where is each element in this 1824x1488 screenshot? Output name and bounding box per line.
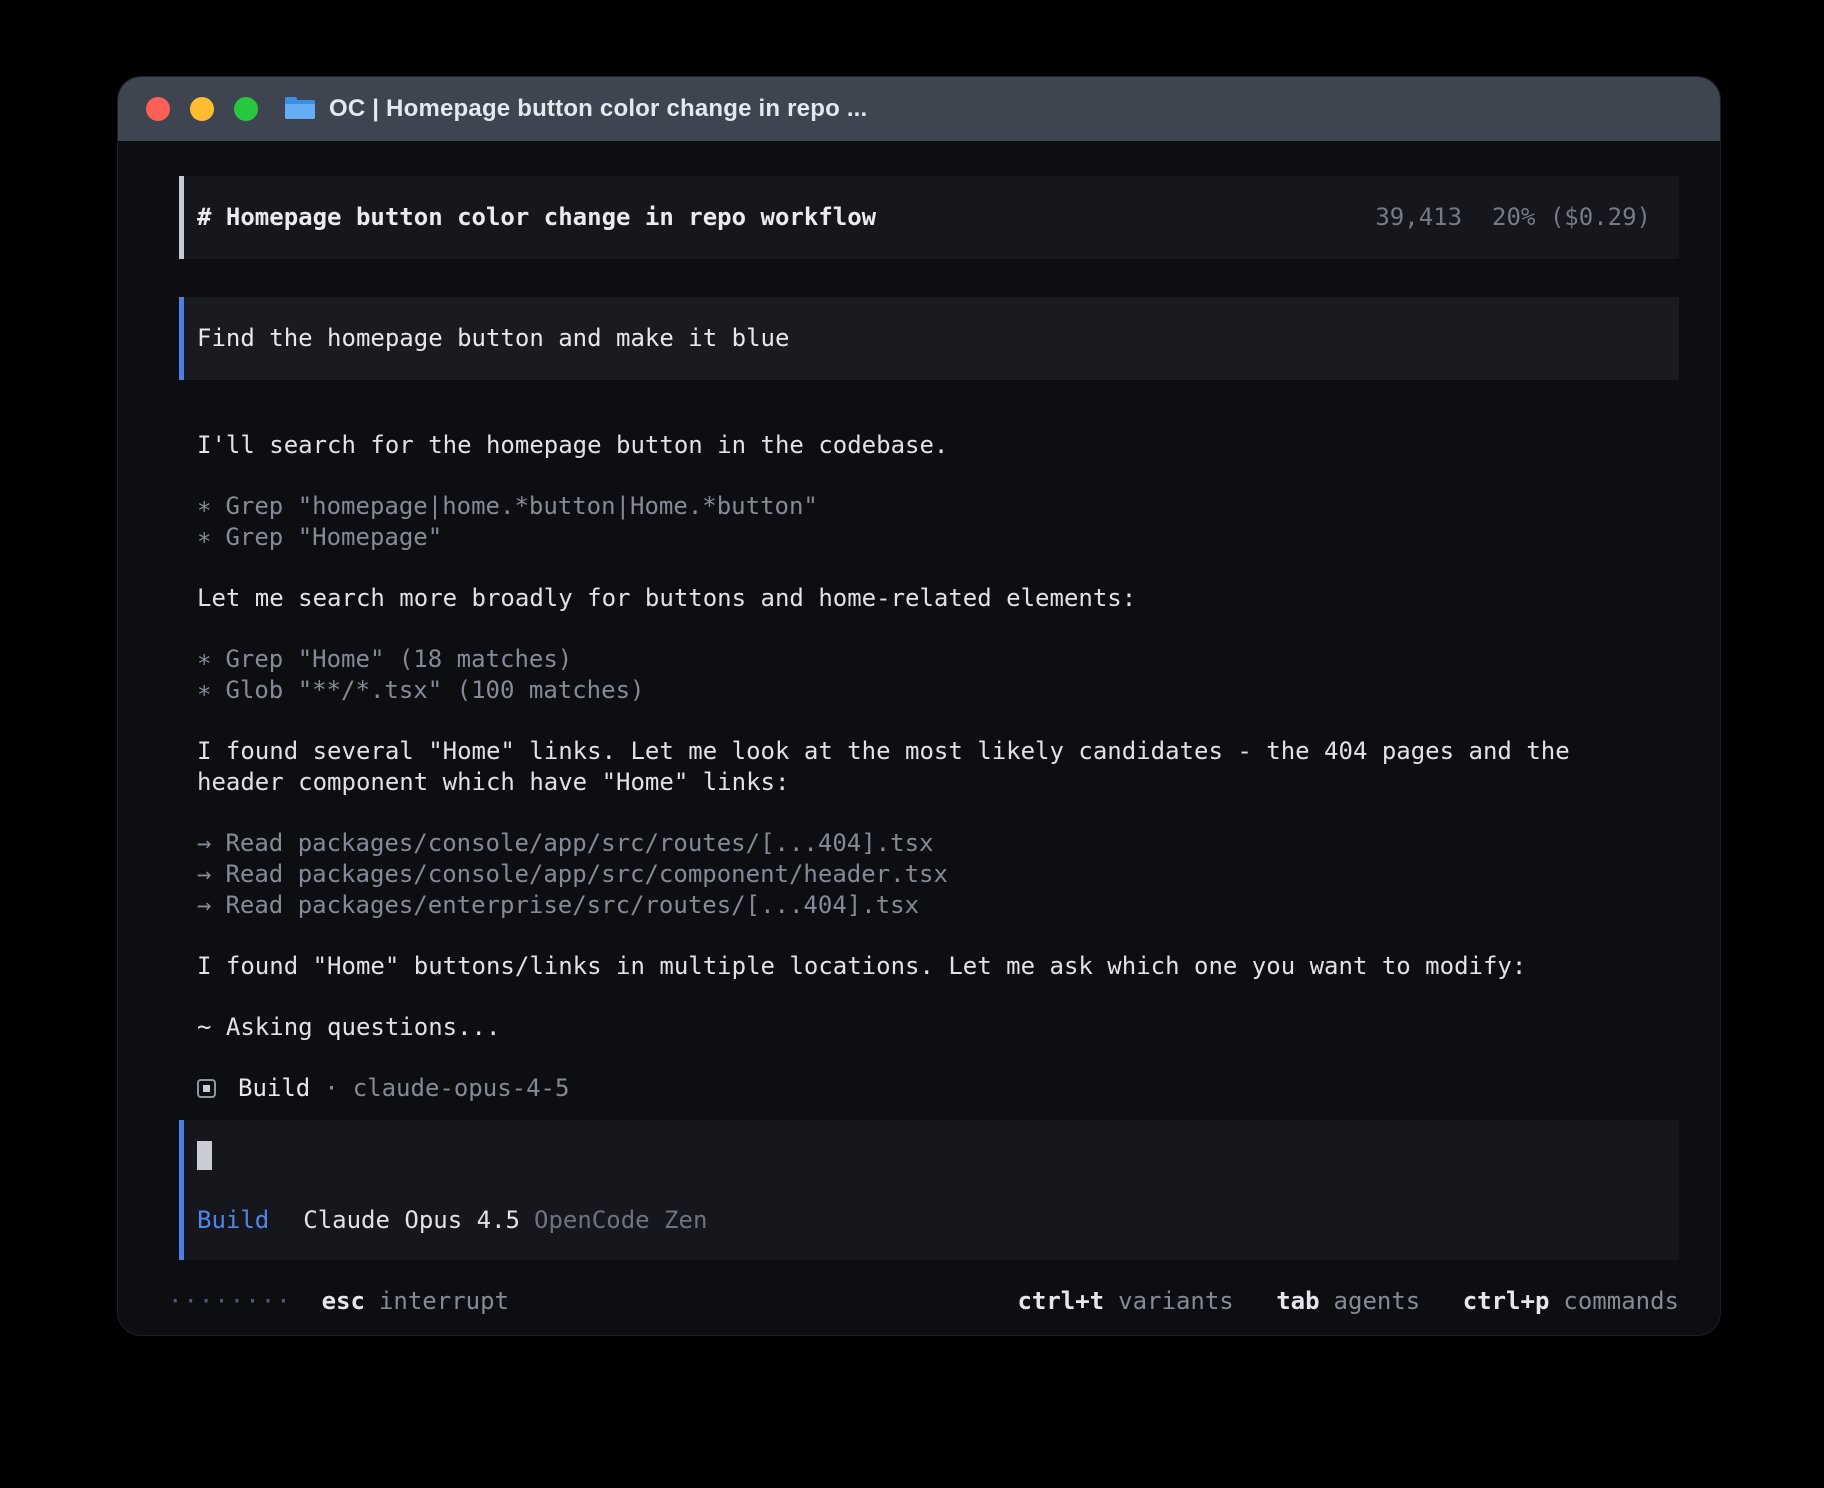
window-title: OC | Homepage button color change in rep… xyxy=(329,95,867,123)
prompt-input[interactable]: Build Claude Opus 4.5 OpenCode Zen xyxy=(179,1120,1679,1260)
read-arrow-icon: → xyxy=(197,890,211,921)
ctrl-p-key: ctrl+p xyxy=(1463,1287,1550,1315)
tool-call-group-broad-search: ∗ Grep "Home" (18 matches) ∗ Glob "**/*.ts… xyxy=(179,644,1679,706)
tool-marker-icon: ∗ xyxy=(197,522,211,553)
token-count: 39,413 xyxy=(1375,202,1462,233)
tool-marker-icon: ∗ xyxy=(197,644,211,675)
tab-key: tab xyxy=(1276,1287,1319,1315)
provider-label: OpenCode Zen xyxy=(534,1205,707,1236)
tool-call-group-search: ∗ Grep "homepage|home.*button|Home.*butto… xyxy=(179,491,1679,553)
user-message: Find the homepage button and make it blu… xyxy=(179,297,1679,380)
user-message-text: Find the homepage button and make it blu… xyxy=(197,324,789,352)
status-bar-left: ········ esc interrupt xyxy=(168,1286,509,1317)
spinner-dots: ········ xyxy=(168,1286,292,1317)
tool-marker-icon: ∗ xyxy=(197,675,211,706)
session-stats: 39,413 20% ($0.29) xyxy=(1375,202,1651,233)
assistant-text-intro: I'll search for the homepage button in t… xyxy=(179,430,1679,461)
tool-call-glob: ∗ Glob "**/*.tsx" (100 matches) xyxy=(197,675,1679,706)
tool-call-label: Glob "**/*.tsx" (100 matches) xyxy=(225,676,644,704)
text-cursor xyxy=(197,1141,212,1170)
assistant-text-line: header component which have "Home" links… xyxy=(197,767,1679,798)
esc-key: esc xyxy=(322,1287,365,1315)
tool-call-group-reads: → Read packages/console/app/src/routes/[.… xyxy=(179,828,1679,921)
agent-status-line: Build · claude-opus-4-5 xyxy=(179,1073,1679,1104)
terminal-window: OC | Homepage button color change in rep… xyxy=(117,76,1721,1336)
tool-marker-icon: ∗ xyxy=(197,491,211,522)
tool-call-grep: ∗ Grep "Home" (18 matches) xyxy=(197,644,1679,675)
status-bar-right: ctrl+t variants tab agents ctrl+p commands xyxy=(989,1286,1679,1317)
assistant-text-candidates: I found several "Home" links. Let me loo… xyxy=(179,736,1679,798)
agent-mode-label[interactable]: Build xyxy=(197,1205,269,1236)
status-bar: ········ esc interrupt ctrl+t variants tab… xyxy=(168,1286,1679,1317)
tool-call-label: Grep "Home" (18 matches) xyxy=(225,645,572,673)
tool-call-label: Read packages/enterprise/src/routes/[...… xyxy=(225,891,919,919)
hint-interrupt: esc interrupt xyxy=(322,1286,509,1317)
session-title: # Homepage button color change in repo w… xyxy=(197,202,876,233)
tool-call-label: Grep "Homepage" xyxy=(225,523,442,551)
tool-call-label: Grep "homepage|home.*button|Home.*button… xyxy=(225,492,817,520)
tool-call-read: → Read packages/enterprise/src/routes/[..… xyxy=(197,890,1679,921)
agent-icon-inner xyxy=(203,1085,210,1092)
terminal-content: # Homepage button color change in repo w… xyxy=(118,141,1720,1317)
close-button[interactable] xyxy=(146,97,170,121)
tool-call-grep: ∗ Grep "homepage|home.*button|Home.*butto… xyxy=(197,491,1679,522)
tool-call-grep: ∗ Grep "Homepage" xyxy=(197,522,1679,553)
session-header: # Homepage button color change in repo w… xyxy=(179,176,1679,259)
agent-model: claude-opus-4-5 xyxy=(353,1073,570,1104)
tool-call-label: Read packages/console/app/src/component/… xyxy=(225,860,947,888)
hint-label: interrupt xyxy=(379,1287,509,1315)
read-arrow-icon: → xyxy=(197,828,211,859)
zoom-button[interactable] xyxy=(234,97,258,121)
minimize-button[interactable] xyxy=(190,97,214,121)
model-label[interactable]: Claude Opus 4.5 xyxy=(303,1205,520,1236)
assistant-text-broaden: Let me search more broadly for buttons a… xyxy=(179,583,1679,614)
assistant-text-ask: I found "Home" buttons/links in multiple… xyxy=(179,951,1679,982)
ctrl-t-key: ctrl+t xyxy=(1017,1287,1104,1315)
folder-icon xyxy=(285,97,315,121)
read-arrow-icon: → xyxy=(197,859,211,890)
tool-call-read: → Read packages/console/app/src/component… xyxy=(197,859,1679,890)
titlebar[interactable]: OC | Homepage button color change in rep… xyxy=(118,77,1720,141)
context-usage: 20% ($0.29) xyxy=(1492,202,1651,233)
separator-dot: · xyxy=(324,1073,338,1104)
tool-call-label: Read packages/console/app/src/routes/[..… xyxy=(225,829,933,857)
hint-label: commands xyxy=(1563,1287,1679,1315)
assistant-text-line: I found several "Home" links. Let me loo… xyxy=(197,736,1679,767)
agent-name: Build xyxy=(238,1073,310,1104)
title-group: OC | Homepage button color change in rep… xyxy=(285,95,867,123)
hint-label: variants xyxy=(1118,1287,1234,1315)
input-meta: Build Claude Opus 4.5 OpenCode Zen xyxy=(197,1205,1651,1236)
hint-label: agents xyxy=(1334,1287,1421,1315)
tool-call-read: → Read packages/console/app/src/routes/[.… xyxy=(197,828,1679,859)
traffic-lights xyxy=(146,97,258,121)
hint-variants: ctrl+t variants xyxy=(1017,1287,1233,1315)
hint-commands: ctrl+p commands xyxy=(1463,1287,1679,1315)
working-status: ~ Asking questions... xyxy=(179,1012,1679,1043)
agent-icon xyxy=(197,1079,216,1098)
hint-agents: tab agents xyxy=(1276,1287,1420,1315)
